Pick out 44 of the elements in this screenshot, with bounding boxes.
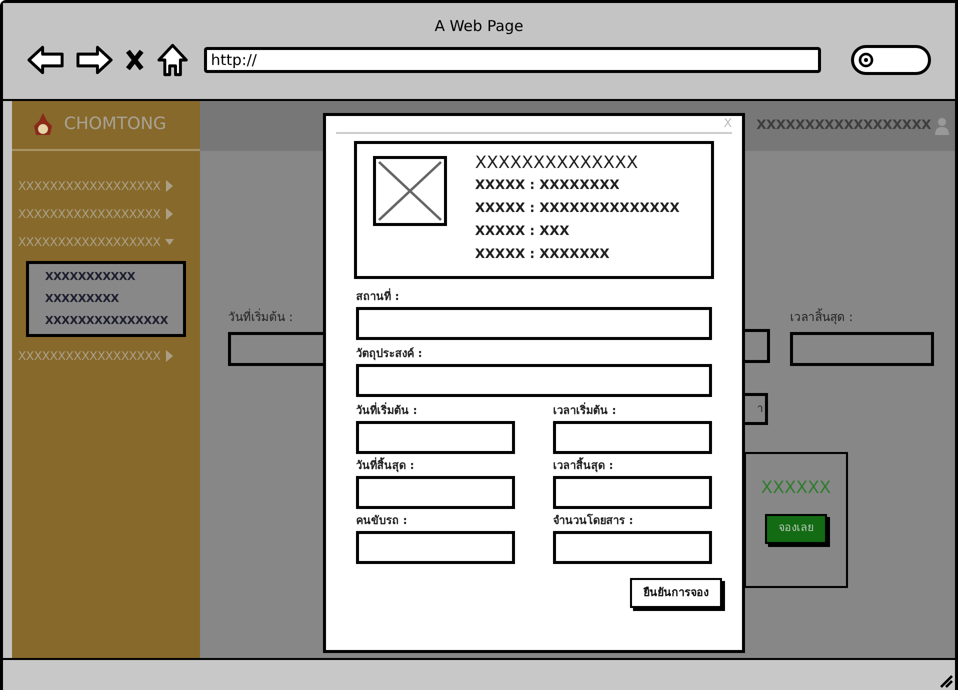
field-label: วันที่เริ่มต้น : <box>228 308 294 326</box>
user-name: XXXXXXXXXXXXXXXXXX <box>756 117 931 136</box>
caret-right-icon <box>164 208 174 220</box>
info-line: XXXXX : XXXXXXXX <box>475 177 621 195</box>
forward-arrow-icon[interactable] <box>76 44 114 76</box>
caret-right-icon <box>164 180 174 192</box>
submenu-item[interactable]: XXXXXXXXX <box>45 292 119 306</box>
input-field[interactable] <box>553 476 712 509</box>
field-label: สถานที่ : <box>356 289 400 305</box>
submenu-item[interactable]: XXXXXXXXXXX <box>45 270 136 284</box>
field-label: วันที่สิ้นสุด : <box>356 458 416 474</box>
resize-grip-icon[interactable] <box>939 674 953 688</box>
input-field[interactable] <box>356 531 515 564</box>
window-title: A Web Page <box>434 16 524 35</box>
close-icon[interactable] <box>125 48 145 72</box>
address-bar[interactable]: http:// <box>204 47 821 73</box>
field-label: เวลาสิ้นสุด : <box>790 308 854 326</box>
field-label: วันที่เริ่มต้น : <box>356 403 418 419</box>
input-field[interactable] <box>553 531 712 564</box>
info-title: XXXXXXXXXXXXXX <box>475 152 640 174</box>
field-label: เวลาสิ้นสุด : <box>553 458 614 474</box>
back-arrow-icon[interactable] <box>27 44 64 76</box>
field-label: วัตถุประสงค์ : <box>356 346 424 362</box>
emblem-icon <box>32 112 54 138</box>
input-field[interactable] <box>356 364 712 397</box>
home-icon[interactable] <box>156 43 188 77</box>
confirm-button[interactable]: ยืนยันการจอง <box>630 578 722 608</box>
input-field[interactable] <box>790 332 934 366</box>
input-field[interactable] <box>553 421 712 454</box>
submenu-item[interactable]: XXXXXXXXXXXXXXX <box>45 314 168 328</box>
field-label: คนขับรถ : <box>356 513 408 529</box>
input-field[interactable] <box>356 476 515 509</box>
info-line: XXXXX : XXX <box>475 223 570 241</box>
input-field[interactable] <box>356 421 515 454</box>
info-line: XXXXX : XXXXXXX <box>475 246 611 264</box>
field-label: เวลาเริ่มต้น : <box>553 403 618 419</box>
search-field[interactable] <box>850 45 932 75</box>
card-title: XXXXXX <box>761 477 831 500</box>
info-line: XXXXX : XXXXXXXXXXXXXX <box>475 200 680 218</box>
brand-name: CHOMTONG <box>64 113 166 136</box>
field-label: จำนวนโดยสาร : <box>553 513 634 529</box>
search-icon <box>858 52 874 68</box>
caret-right-icon <box>164 350 174 362</box>
input-field[interactable] <box>356 307 712 340</box>
